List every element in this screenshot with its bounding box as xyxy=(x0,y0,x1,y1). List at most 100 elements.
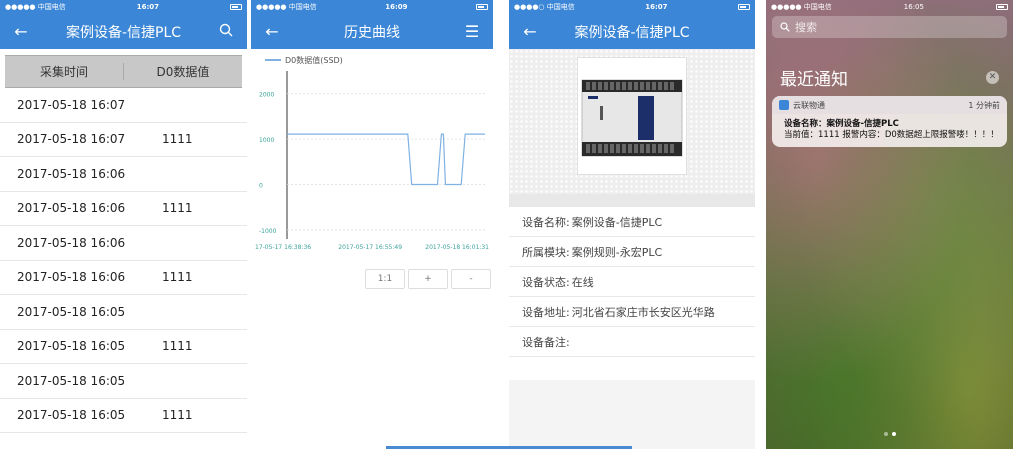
divider-band xyxy=(509,194,755,207)
cell-value: 1111 xyxy=(162,201,193,216)
table-row[interactable]: 2017-05-18 16:05 1111 xyxy=(0,399,247,433)
column-header-time: 采集时间 xyxy=(5,63,124,80)
screen-device-detail: ●●●●○ 中国电信 16:07 ← 案例设备-信捷PLC 设备名称: 案例设备-… xyxy=(509,0,755,449)
app-name: 云联物通 xyxy=(793,100,825,110)
search-icon xyxy=(780,22,790,32)
detail-label: 设备地址: xyxy=(522,305,570,319)
nav-bar: ← 案例设备-信捷PLC xyxy=(509,14,755,49)
battery-icon xyxy=(995,4,1008,10)
detail-value: 在线 xyxy=(571,275,594,289)
clear-notifications-button[interactable]: ✕ xyxy=(986,70,999,84)
detail-label: 所属模块: xyxy=(522,245,570,259)
zoom-in-button[interactable]: + xyxy=(408,269,448,289)
carrier-label: ●●●●● 中国电信 xyxy=(771,3,832,11)
screen-data-table: ●●●●● 中国电信 16:07 ← 案例设备-信捷PLC 采集时间 D0数据值… xyxy=(0,0,247,449)
notification-body: 设备名称：案例设备-信捷PLC 当前值：1111 报警内容：D0数据超上限报警喽… xyxy=(772,114,1007,147)
cell-value: 1111 xyxy=(162,270,193,285)
table-row[interactable]: 2017-05-18 16:07 xyxy=(0,88,247,123)
nav-bar: ← 案例设备-信捷PLC xyxy=(0,14,247,49)
detail-row: 设备地址: 河北省石家庄市长安区光华路 xyxy=(509,297,755,327)
search-input[interactable]: 搜索 xyxy=(772,16,1007,38)
detail-value: 河北省石家庄市长安区光华路 xyxy=(571,305,715,319)
cell-time: 2017-05-18 16:07 xyxy=(17,97,126,112)
table-row[interactable]: 2017-05-18 16:07 1111 xyxy=(0,123,247,157)
detail-label: 设备备注: xyxy=(522,335,570,349)
y-tick-label: -1000 xyxy=(259,228,277,235)
notification-card[interactable]: 云联物通 1 分钟前 设备名称：案例设备-信捷PLC 当前值：1111 报警内容… xyxy=(772,96,1007,147)
cell-time: 2017-05-18 16:05 xyxy=(17,373,126,388)
detail-row: 设备状态: 在线 xyxy=(509,267,755,297)
menu-icon[interactable]: ☰ xyxy=(461,22,483,41)
cell-time: 2017-05-18 16:07 xyxy=(17,132,126,147)
status-icons xyxy=(230,4,242,10)
carrier-label: ●●●●○ 中国电信 xyxy=(514,3,575,11)
column-header-value: D0数据值 xyxy=(156,65,210,79)
table-row[interactable]: 2017-05-18 16:05 xyxy=(0,364,247,399)
zoom-controls: 1:1 + - xyxy=(365,269,491,289)
cell-time: 2017-05-18 16:05 xyxy=(17,339,126,354)
legend-label: D0数据值(SSD) xyxy=(285,55,343,65)
notification-app: 云联物通 xyxy=(779,100,825,111)
cell-time: 2017-05-18 16:06 xyxy=(17,201,126,216)
page-title: 案例设备-信捷PLC xyxy=(574,24,690,41)
table-row[interactable]: 2017-05-18 16:05 xyxy=(0,295,247,330)
table-row[interactable]: 2017-05-18 16:05 1111 xyxy=(0,330,247,364)
cell-time: 2017-05-18 16:06 xyxy=(17,235,126,250)
device-detail-list: 设备名称: 案例设备-信捷PLC 所属模块: 案例规则-永宏PLC 设备状态: 在线 设备地… xyxy=(509,207,755,357)
recent-notifications-header: 最近通知 ✕ xyxy=(766,66,1013,90)
notification-time: 1 分钟前 xyxy=(968,100,1000,110)
zoom-reset-button[interactable]: 1:1 xyxy=(365,269,405,289)
footer-area xyxy=(509,380,755,449)
cell-time: 2017-05-18 16:06 xyxy=(17,270,126,285)
back-arrow-icon[interactable]: ← xyxy=(519,22,541,41)
series-line xyxy=(287,133,485,186)
cell-value: 1111 xyxy=(162,132,193,147)
cell-value: 1111 xyxy=(162,408,193,423)
legend-swatch xyxy=(265,59,281,61)
search-icon[interactable] xyxy=(215,22,237,41)
detail-label: 设备状态: xyxy=(522,275,570,289)
nav-bar: ← 历史曲线 ☰ xyxy=(251,14,493,49)
table-row[interactable]: 2017-05-18 16:06 1111 xyxy=(0,192,247,226)
cell-time: 2017-05-18 16:06 xyxy=(17,166,126,181)
carrier-label: ●●●●● 中国电信 xyxy=(256,3,317,11)
screen-notification-center: ●●●●● 中国电信 16:05 搜索 最近通知 ✕ 云联物通 1 分钟前 设备… xyxy=(766,0,1013,449)
notification-message: 当前值：1111 报警内容：D0数据超上限报警喽！！！！ xyxy=(784,130,999,140)
battery-icon xyxy=(738,4,750,10)
notification-header: 云联物通 1 分钟前 xyxy=(772,96,1007,114)
cell-time: 2017-05-18 16:05 xyxy=(17,408,126,423)
table-header: 采集时间 D0数据值 xyxy=(5,55,242,88)
notification-title: 设备名称：案例设备-信捷PLC xyxy=(784,119,899,129)
app-icon xyxy=(779,100,789,110)
detail-row: 设备备注: xyxy=(509,327,755,357)
cell-value: 1111 xyxy=(162,339,193,354)
status-icons xyxy=(738,4,750,10)
device-photo xyxy=(577,57,687,175)
cell-time: 2017-05-18 16:05 xyxy=(17,304,126,319)
y-tick-label: 2000 xyxy=(259,92,274,99)
y-tick-label: 1000 xyxy=(259,137,274,144)
chart-legend[interactable]: D0数据值(SSD) xyxy=(251,49,493,71)
detail-row: 设备名称: 案例设备-信捷PLC xyxy=(509,207,755,237)
status-bar: ●●●●● 中国电信 16:07 xyxy=(0,0,247,14)
page-dot-active xyxy=(891,432,896,436)
page-title: 历史曲线 xyxy=(344,24,400,41)
table-row[interactable]: 2017-05-18 16:06 xyxy=(0,157,247,192)
detail-value: 案例规则-永宏PLC xyxy=(571,245,663,259)
recent-title: 最近通知 xyxy=(780,69,848,90)
detail-row: 所属模块: 案例规则-永宏PLC xyxy=(509,237,755,267)
clock: 16:07 xyxy=(136,3,160,11)
battery-icon xyxy=(230,4,242,10)
line-chart[interactable]: 2000 1000 0 -1000 17-05-17 16:38:36 2017-05-1… xyxy=(251,71,493,271)
table-row[interactable]: 2017-05-18 16:06 xyxy=(0,226,247,261)
zoom-out-button[interactable]: - xyxy=(451,269,491,289)
back-arrow-icon[interactable]: ← xyxy=(10,22,32,41)
device-photo-area xyxy=(509,49,755,194)
table-row[interactable]: 2017-05-18 16:06 1111 xyxy=(0,261,247,295)
clock: 16:09 xyxy=(385,3,408,11)
back-arrow-icon[interactable]: ← xyxy=(261,22,283,41)
x-tick-label: 2017-05-17 16:55:49 xyxy=(338,244,402,251)
x-tick-label: 2017-05-18 16:01:31 xyxy=(425,244,489,251)
status-bar: ●●●●● 中国电信 16:09 xyxy=(251,0,493,14)
page-title: 案例设备-信捷PLC xyxy=(65,24,182,41)
